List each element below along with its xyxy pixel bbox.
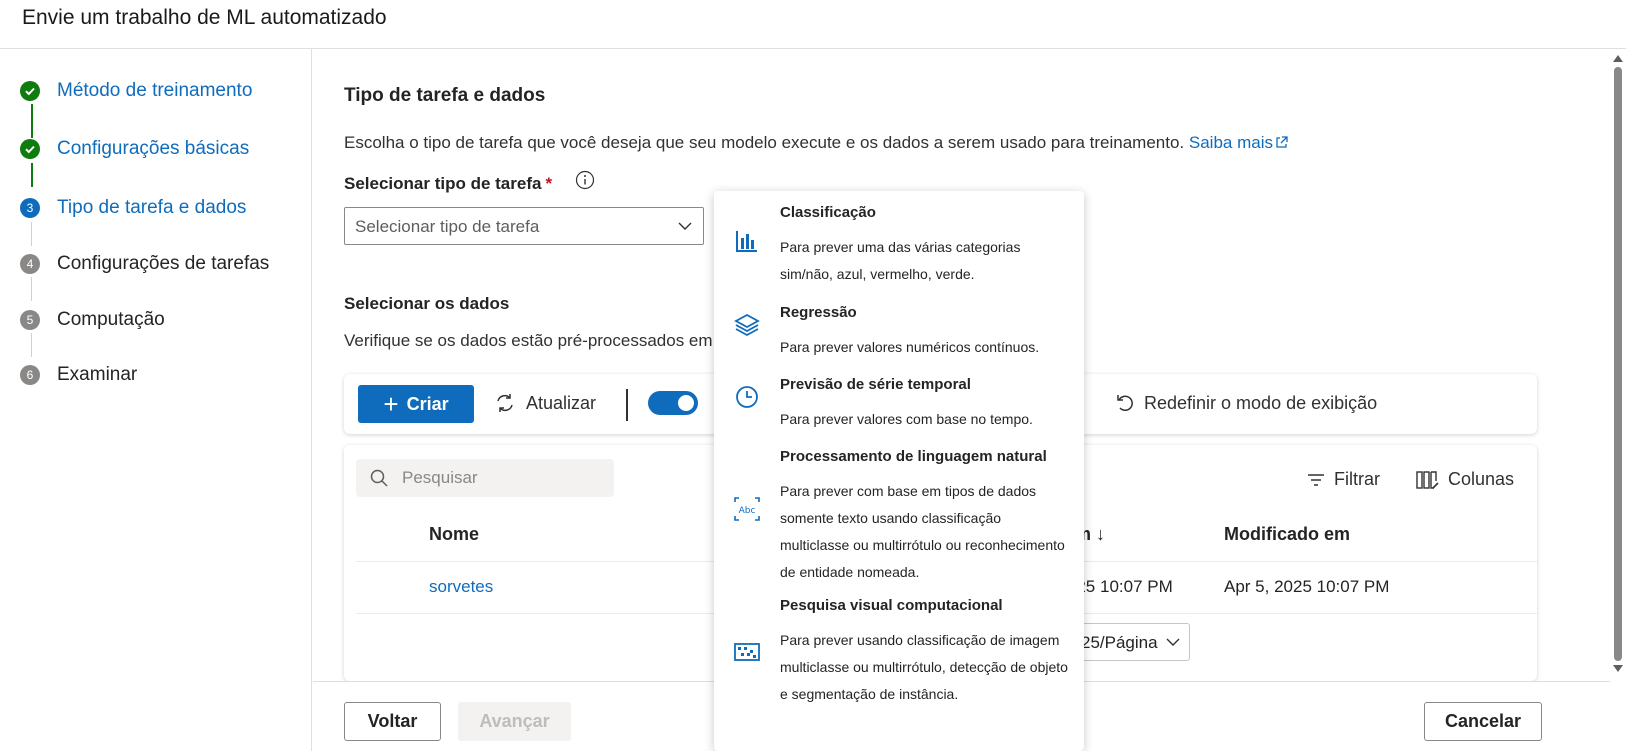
step-number: 6 [20, 365, 40, 385]
step-task-settings[interactable]: 4 Configurações de tarefas [20, 249, 269, 279]
column-header-modified[interactable]: Modificado em [1224, 524, 1350, 545]
step-label: Configurações de tarefas [57, 253, 270, 274]
clock-icon [736, 386, 758, 408]
view-toggle[interactable] [648, 391, 698, 415]
wizard-sidebar: Método de treinamento Configurações bási… [0, 49, 312, 751]
step-label: Configurações básicas [57, 138, 250, 159]
step-basic-settings[interactable]: Configurações básicas [20, 134, 249, 164]
scroll-thumb[interactable] [1614, 67, 1622, 661]
option-computer-vision[interactable]: Pesquisa visual computacional Para preve… [714, 597, 1084, 742]
image-grid-icon [734, 643, 760, 661]
task-type-select[interactable]: Selecionar tipo de tarefa [344, 207, 704, 245]
refresh-button[interactable]: Atualizar [494, 392, 596, 414]
scroll-down-arrow-icon[interactable] [1613, 665, 1623, 672]
undo-icon [1117, 395, 1133, 412]
search-icon [370, 469, 388, 487]
option-description: Para prever uma das várias categorias si… [780, 239, 1021, 282]
option-classification[interactable]: Classificação Para prever uma das várias… [714, 204, 1084, 294]
page-size-select[interactable]: 25/Página [1070, 623, 1190, 661]
step-connector [31, 333, 32, 357]
chevron-down-icon [678, 222, 692, 230]
svg-text:Abc: Abc [739, 506, 756, 516]
toolbar-divider [626, 389, 628, 421]
required-asterisk: * [545, 174, 553, 193]
option-time-series[interactable]: Previsão de série temporal Para prever v… [714, 376, 1084, 436]
step-label: Tipo de tarefa e dados [57, 197, 247, 218]
scroll-up-arrow-icon[interactable] [1613, 55, 1623, 62]
step-connector [31, 104, 33, 138]
plus-icon: + [383, 389, 399, 419]
step-review[interactable]: 6 Examinar [20, 360, 137, 390]
learn-more-link[interactable]: Saiba mais [1189, 133, 1288, 152]
dataset-name-link[interactable]: sorvetes [429, 577, 493, 597]
columns-icon [1416, 470, 1439, 489]
option-title: Pesquisa visual computacional [780, 597, 1003, 614]
step-connector [31, 163, 33, 187]
back-button[interactable]: Voltar [344, 702, 441, 741]
check-circle-icon [20, 81, 40, 101]
option-description: Para prever valores com base no tempo. [780, 411, 1033, 427]
column-header-name[interactable]: Nome [429, 524, 479, 545]
step-number: 3 [20, 198, 40, 218]
chevron-down-icon [1166, 638, 1180, 646]
filter-icon [1308, 473, 1324, 486]
option-description: Para prever com base em tipos de dados s… [780, 483, 1065, 580]
refresh-icon [497, 394, 513, 412]
modified-cell: Apr 5, 2025 10:07 PM [1224, 577, 1390, 596]
check-circle-icon [20, 139, 40, 159]
search-input[interactable]: Pesquisar [356, 459, 614, 497]
task-type-label: Selecionar tipo de tarefa * [344, 174, 553, 193]
step-number: 5 [20, 310, 40, 330]
option-nlp[interactable]: Abc Processamento de linguagem natural P… [714, 448, 1084, 588]
step-connector [31, 222, 32, 246]
step-label: Computação [57, 309, 165, 330]
task-section-title: Tipo de tarefa e dados [344, 85, 546, 106]
filter-button[interactable]: Filtrar [1306, 469, 1380, 490]
option-title: Classificação [780, 204, 876, 221]
reset-view-button[interactable]: Redefinir o modo de exibição [1114, 392, 1377, 414]
option-title: Regressão [780, 304, 857, 321]
bar-chart-icon [736, 231, 757, 252]
task-description: Escolha o tipo de tarefa que você deseja… [344, 133, 1288, 153]
data-section-title: Selecionar os dados [344, 294, 510, 313]
step-training-method[interactable]: Método de treinamento [20, 76, 252, 106]
page-header: Envie um trabalho de ML automatizado [0, 0, 1626, 49]
step-task-type[interactable]: 3 Tipo de tarefa e dados [20, 193, 246, 223]
vertical-scrollbar[interactable] [1610, 49, 1626, 751]
create-button[interactable]: + Criar [358, 385, 474, 423]
info-icon[interactable] [575, 170, 595, 190]
data-description: Verifique se os dados estão pré-processa… [344, 331, 713, 350]
text-abc-icon: Abc [734, 497, 760, 521]
external-link-icon [1276, 136, 1288, 148]
option-description: Para prever valores numéricos contínuos. [780, 339, 1040, 355]
option-regression[interactable]: Regressão Para prever valores numéricos … [714, 304, 1084, 364]
cancel-button[interactable]: Cancelar [1424, 702, 1542, 741]
layers-icon [734, 313, 760, 337]
step-label: Examinar [57, 364, 138, 385]
page-title: Envie um trabalho de ML automatizado [22, 6, 387, 29]
step-connector [31, 277, 32, 301]
step-number: 4 [20, 254, 40, 274]
option-description: Para prever usando classificação de imag… [780, 632, 1068, 702]
task-type-dropdown: Classificação Para prever uma das várias… [714, 191, 1084, 751]
option-title: Processamento de linguagem natural [780, 448, 1047, 465]
next-button[interactable]: Avançar [458, 702, 571, 741]
option-title: Previsão de série temporal [780, 376, 971, 393]
step-compute[interactable]: 5 Computação [20, 305, 165, 335]
columns-button[interactable]: Colunas [1416, 469, 1514, 490]
step-label: Método de treinamento [57, 80, 253, 101]
